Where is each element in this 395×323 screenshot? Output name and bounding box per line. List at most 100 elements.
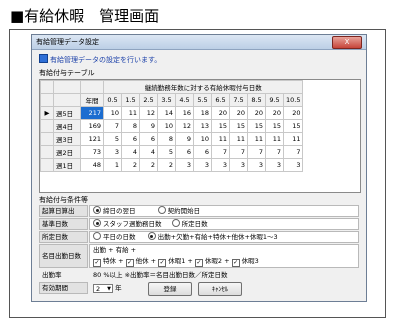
grant-cell[interactable]: 6 (139, 132, 158, 146)
grant-cell[interactable]: 5 (157, 145, 176, 159)
year-col-header: 5.5 (193, 93, 212, 107)
annual-days-cell[interactable]: 121 (80, 132, 104, 146)
grant-cell[interactable]: 20 (282, 106, 304, 120)
row-label: 週5日 (53, 106, 81, 120)
year-col-header: 7.5 (229, 93, 248, 107)
valid-label: 有効期間 (39, 282, 88, 294)
grant-cell[interactable]: 13 (193, 119, 212, 133)
rate-value[interactable]: 80 (93, 271, 101, 279)
grant-cell[interactable]: 7 (211, 145, 230, 159)
check-tokkyu[interactable]: ✓ (93, 259, 101, 267)
annual-days-cell[interactable]: 217 (80, 106, 104, 120)
close-button[interactable]: X (332, 36, 362, 49)
corner-cell (53, 80, 81, 94)
grant-cell[interactable]: 6 (121, 132, 140, 146)
grant-cell[interactable]: 10 (103, 106, 122, 120)
grant-cell[interactable]: 8 (121, 119, 140, 133)
info-text: 有給管理データの設定を行います。 (50, 56, 162, 64)
grant-cell[interactable]: 20 (211, 106, 230, 120)
grant-cell[interactable]: 18 (193, 106, 212, 120)
grant-cell[interactable]: 9 (139, 119, 158, 133)
grant-cell[interactable]: 6 (175, 145, 194, 159)
grant-cell[interactable]: 7 (103, 119, 122, 133)
grant-cell[interactable]: 11 (211, 132, 230, 146)
grant-cell[interactable]: 20 (265, 106, 284, 120)
row-marker (40, 145, 54, 159)
valid-dropdown[interactable]: 2 ▼ (93, 283, 113, 293)
grant-cell[interactable]: 8 (157, 132, 176, 146)
grant-cell[interactable]: 14 (157, 106, 176, 120)
cancel-button[interactable]: ｷｬﾝｾﾙ (198, 282, 242, 296)
grant-cell[interactable]: 1 (103, 158, 122, 172)
grant-cell[interactable]: 12 (175, 119, 194, 133)
chevron-down-icon: ▼ (107, 285, 111, 292)
year-col-header: 6.5 (211, 93, 230, 107)
table-row: ▶ 週5日 217 10 11 12 14 16 18 20 20 20 20 20 (40, 106, 304, 120)
prescribed-radio-2[interactable] (147, 232, 156, 240)
grant-cell[interactable]: 7 (229, 145, 248, 159)
year-header: 年間 (80, 93, 104, 107)
start-label: 起算日算出 (39, 205, 88, 217)
check-takyu[interactable]: ✓ (125, 259, 134, 267)
grant-cell[interactable]: 20 (229, 106, 248, 120)
grant-cell[interactable]: 3 (265, 158, 284, 172)
grant-cell[interactable]: 7 (282, 145, 304, 159)
grant-cell[interactable]: 12 (139, 106, 158, 120)
row-marker (40, 158, 54, 172)
check-kyuka1[interactable]: ✓ (158, 259, 167, 267)
grant-cell[interactable]: 11 (265, 132, 284, 146)
grant-cell[interactable]: 3 (103, 145, 122, 159)
base-radio-2[interactable] (171, 219, 180, 227)
check-kyuka2[interactable]: ✓ (194, 259, 203, 267)
row-marker: ▶ (40, 106, 54, 120)
annual-days-cell[interactable]: 169 (80, 119, 104, 133)
grant-cell[interactable]: 6 (193, 145, 212, 159)
attend-options: 出勤 + 有給 + ✓ 特休 + ✓ 他休 + ✓ 休暇1 + ✓ 休暇2 + ✓ 休暇3 (89, 244, 359, 268)
start-radio-1[interactable] (93, 206, 101, 214)
base-radio-1[interactable] (93, 219, 101, 227)
grant-cell[interactable]: 15 (247, 119, 266, 133)
grant-cell[interactable]: 15 (282, 119, 304, 133)
grant-cell[interactable]: 15 (265, 119, 284, 133)
rate-label: 出勤率 (42, 271, 62, 279)
grant-cell[interactable]: 11 (247, 132, 266, 146)
annual-days-cell[interactable]: 73 (80, 145, 104, 159)
grant-cell[interactable]: 2 (121, 158, 140, 172)
grant-cell[interactable]: 10 (157, 119, 176, 133)
grant-cell[interactable]: 3 (247, 158, 266, 172)
year-col-header: 2.5 (139, 93, 158, 107)
grant-cell[interactable]: 3 (211, 158, 230, 172)
grant-cell[interactable]: 11 (229, 132, 248, 146)
table-row: 週4日 169 7 8 9 10 12 13 15 15 15 15 15 (40, 119, 304, 133)
check-kyuka3[interactable]: ✓ (231, 259, 240, 267)
grant-cell[interactable]: 4 (139, 145, 158, 159)
start-radio-2[interactable] (157, 206, 166, 214)
grant-cell[interactable]: 16 (175, 106, 194, 120)
grant-cell[interactable]: 5 (103, 132, 122, 146)
prescribed-opt2: 出勤+欠勤+有給+特休+他休+休暇1〜3 (157, 233, 278, 241)
grant-cell[interactable]: 11 (121, 106, 140, 120)
grant-cell[interactable]: 3 (229, 158, 248, 172)
grant-cell[interactable]: 7 (265, 145, 284, 159)
grant-cell[interactable]: 15 (229, 119, 248, 133)
grant-cell[interactable]: 7 (247, 145, 266, 159)
grant-cell[interactable]: 3 (175, 158, 194, 172)
grant-cell[interactable]: 2 (157, 158, 176, 172)
annual-days-cell[interactable]: 48 (80, 158, 104, 172)
grant-cell[interactable]: 3 (193, 158, 212, 172)
row-marker (40, 132, 54, 146)
save-button[interactable]: 登録 (148, 282, 192, 296)
check-tokkyu-label: 特休 (103, 257, 116, 265)
grant-cell[interactable]: 15 (211, 119, 230, 133)
grant-cell[interactable]: 11 (282, 132, 304, 146)
grant-cell[interactable]: 10 (193, 132, 212, 146)
grant-cell[interactable]: 9 (175, 132, 194, 146)
grant-cell[interactable]: 20 (247, 106, 266, 120)
row-label: 週1日 (53, 158, 81, 172)
prescribed-radio-1[interactable] (93, 232, 101, 240)
grant-cell[interactable]: 2 (139, 158, 158, 172)
corner-cell (53, 93, 81, 107)
grant-cell[interactable]: 3 (282, 158, 304, 172)
grant-cell[interactable]: 4 (121, 145, 140, 159)
year-col-header: 4.5 (175, 93, 194, 107)
